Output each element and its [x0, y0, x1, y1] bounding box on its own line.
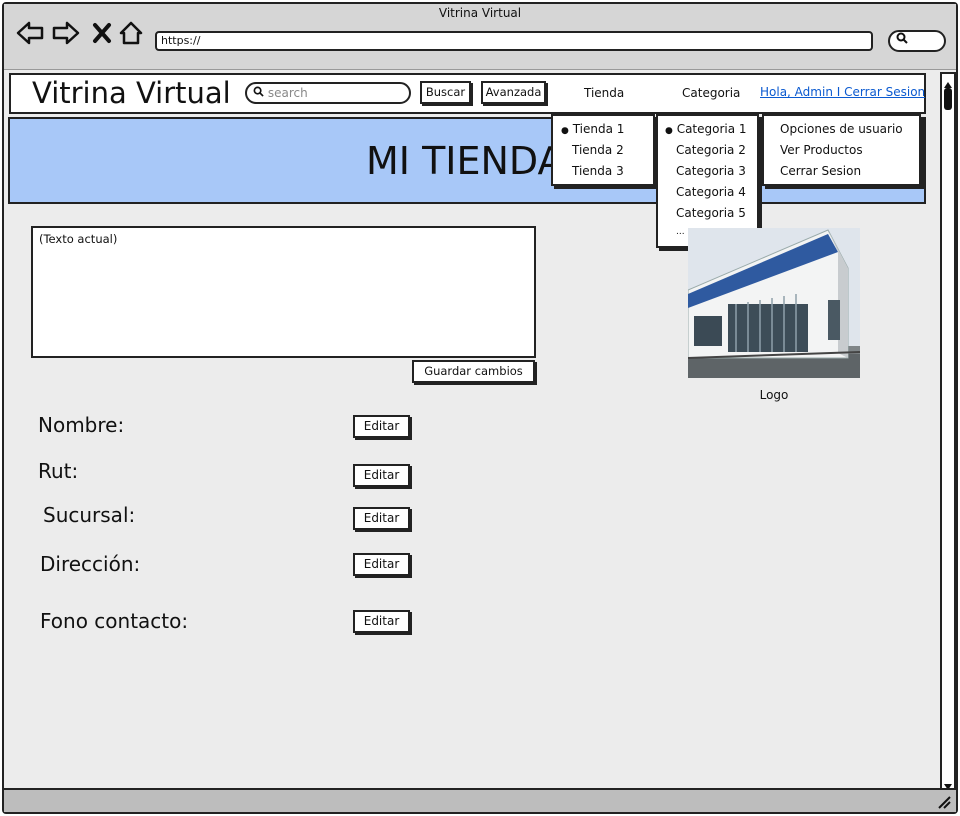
dropdown-item-more[interactable]: ... — [676, 222, 685, 243]
dropdown-item-categoria-5[interactable]: Categoria 5 — [676, 203, 746, 224]
store-logo-image — [687, 228, 861, 378]
menu-tienda[interactable]: Tienda — [584, 86, 624, 100]
dropdown-item-tienda-3[interactable]: Tienda 3 — [572, 161, 624, 182]
edit-direccion-button[interactable]: Editar — [353, 553, 410, 576]
url-bar[interactable]: https:// — [155, 31, 873, 51]
save-changes-button[interactable]: Guardar cambios — [412, 360, 535, 383]
dropdown-item-categoria-2[interactable]: Categoria 2 — [676, 140, 746, 161]
browser-search-field[interactable] — [888, 30, 946, 52]
banner-title: MI TIENDA — [366, 139, 564, 183]
dropdown-item-categoria-1[interactable]: ● Categoria 1 — [665, 119, 747, 142]
edit-sucursal-button[interactable]: Editar — [353, 507, 410, 530]
search-placeholder: search — [267, 86, 308, 100]
dropdown-item-categoria-4[interactable]: Categoria 4 — [676, 182, 746, 203]
user-session-link[interactable]: Hola, Admin I Cerrar Sesion — [760, 85, 925, 99]
dropdown-item-logout[interactable]: Cerrar Sesion — [780, 161, 861, 182]
edit-rut-button[interactable]: Editar — [353, 464, 410, 487]
search-button[interactable]: Buscar — [420, 81, 471, 104]
home-icon[interactable] — [118, 20, 144, 55]
resize-grip-icon[interactable] — [936, 794, 952, 814]
dropdown-item-view-products[interactable]: Ver Productos — [780, 140, 863, 161]
window-title: Vitrina Virtual — [438, 6, 522, 20]
edit-nombre-button[interactable]: Editar — [353, 415, 410, 438]
field-label-fono-contacto: Fono contacto: — [40, 609, 189, 633]
field-label-nombre: Nombre: — [38, 413, 125, 437]
user-dropdown: Opciones de usuario Ver Productos Cerrar… — [762, 114, 921, 186]
stop-icon[interactable] — [92, 20, 112, 55]
dropdown-item-categoria-3[interactable]: Categoria 3 — [676, 161, 746, 182]
browser-status-bar — [4, 788, 956, 812]
site-search-input[interactable]: search — [245, 82, 411, 104]
advanced-search-button[interactable]: Avanzada — [481, 81, 546, 104]
field-label-sucursal: Sucursal: — [43, 503, 136, 527]
scroll-thumb[interactable] — [944, 88, 952, 110]
dropdown-item-tienda-1[interactable]: ● Tienda 1 — [561, 119, 624, 142]
back-arrow-icon[interactable] — [16, 20, 44, 55]
logo-label: Logo — [759, 388, 789, 402]
search-icon — [896, 32, 908, 48]
edit-fono-contacto-button[interactable]: Editar — [353, 610, 410, 633]
field-label-direccion: Dirección: — [40, 552, 141, 576]
store-description-textarea[interactable]: (Texto actual) — [31, 226, 536, 358]
tienda-dropdown: ● Tienda 1 Tienda 2 Tienda 3 — [551, 114, 655, 186]
forward-arrow-icon[interactable] — [52, 20, 80, 55]
selected-bullet-icon: ● — [561, 126, 569, 136]
dropdown-item-user-options[interactable]: Opciones de usuario — [780, 119, 903, 140]
search-icon — [253, 86, 268, 100]
field-label-rut: Rut: — [38, 459, 79, 483]
vertical-scrollbar[interactable] — [940, 72, 956, 790]
site-title: Vitrina Virtual — [32, 76, 231, 110]
selected-bullet-icon: ● — [665, 126, 673, 136]
dropdown-item-tienda-2[interactable]: Tienda 2 — [572, 140, 624, 161]
menu-categoria[interactable]: Categoria — [682, 86, 740, 100]
